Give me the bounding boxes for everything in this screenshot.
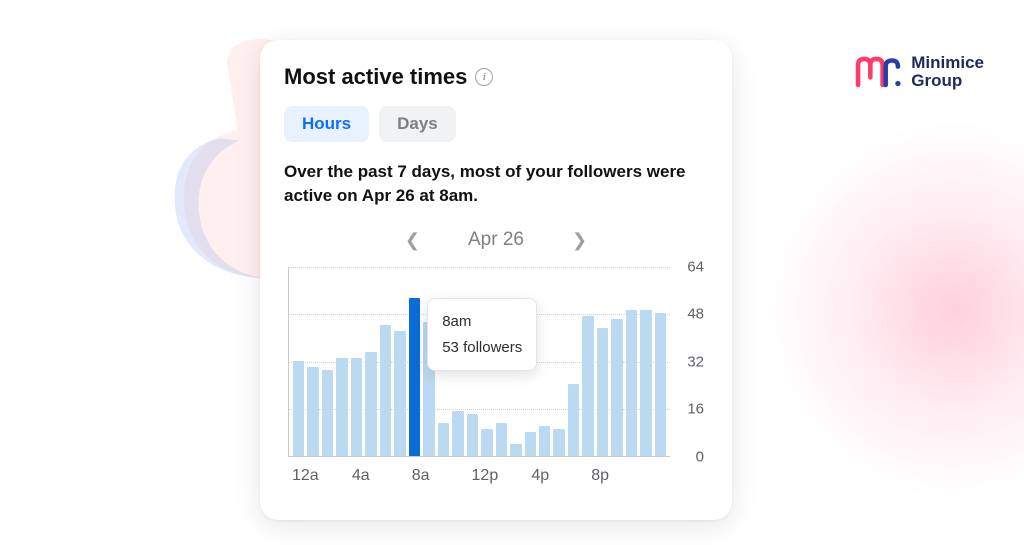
chevron-left-icon[interactable]: ❮	[397, 226, 428, 255]
bar[interactable]	[640, 310, 651, 455]
bar[interactable]	[597, 328, 608, 456]
brand-name-line1: Minimice	[911, 54, 984, 72]
y-tick-label: 0	[696, 448, 704, 465]
bar[interactable]	[394, 331, 405, 456]
bar[interactable]	[467, 414, 478, 456]
bar[interactable]	[481, 429, 492, 456]
bar[interactable]	[568, 384, 579, 455]
brand-name-line2: Group	[911, 72, 984, 90]
tab-days[interactable]: Days	[379, 106, 456, 142]
bar[interactable]	[452, 411, 463, 456]
summary-text: Over the past 7 days, most of your follo…	[284, 160, 708, 208]
y-tick-label: 16	[687, 401, 704, 418]
chart: 0163248648am53 followers 12a4a8a12p4p8p	[284, 267, 708, 485]
y-tick-label: 64	[687, 258, 704, 275]
bar[interactable]	[496, 423, 507, 456]
bar[interactable]	[539, 426, 550, 456]
date-label: Apr 26	[468, 229, 524, 251]
bar[interactable]	[655, 313, 666, 456]
brand-logo: Minimice Group	[855, 54, 984, 90]
bar[interactable]	[307, 367, 318, 456]
background-glow	[764, 120, 1024, 500]
chevron-right-icon[interactable]: ❯	[564, 226, 595, 255]
chart-tooltip: 8am53 followers	[427, 298, 537, 371]
tooltip-followers: 53 followers	[442, 335, 522, 361]
tab-hours[interactable]: Hours	[284, 106, 369, 142]
bar[interactable]	[582, 316, 593, 456]
bar[interactable]	[351, 358, 362, 456]
bar[interactable]	[322, 370, 333, 456]
date-navigator: ❮ Apr 26 ❯	[284, 226, 708, 255]
bar[interactable]	[553, 429, 564, 456]
bar-highlight[interactable]	[409, 298, 420, 455]
bar[interactable]	[626, 310, 637, 455]
bar[interactable]	[365, 352, 376, 456]
tab-group: Hours Days	[284, 106, 708, 142]
bar[interactable]	[293, 361, 304, 456]
info-icon[interactable]: i	[475, 68, 493, 86]
y-tick-label: 48	[687, 306, 704, 323]
bar[interactable]	[336, 358, 347, 456]
chart-area: 0163248648am53 followers	[288, 267, 670, 457]
card-title: Most active times	[284, 64, 467, 90]
y-tick-label: 32	[687, 353, 704, 370]
active-times-card: Most active times i Hours Days Over the …	[260, 40, 732, 520]
bar[interactable]	[525, 432, 536, 456]
x-axis: 12a4a8a12p4p8p	[288, 467, 670, 485]
bar[interactable]	[438, 423, 449, 456]
brand-mark-icon	[855, 54, 901, 90]
bar[interactable]	[380, 325, 391, 456]
bar[interactable]	[510, 444, 521, 456]
bar[interactable]	[611, 319, 622, 456]
tooltip-time: 8am	[442, 309, 522, 335]
